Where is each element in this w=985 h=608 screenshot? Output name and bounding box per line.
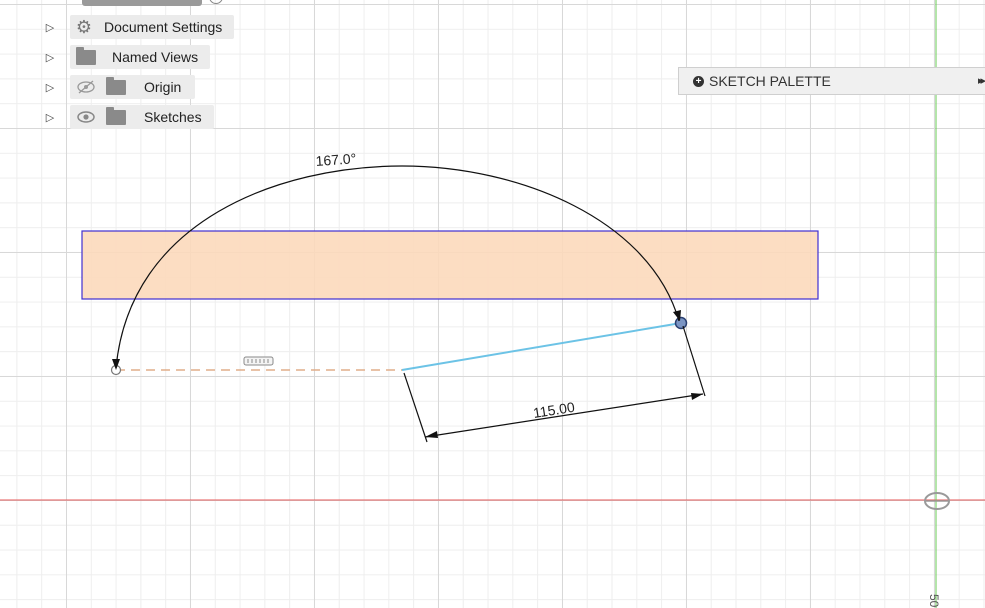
ruler-value: 50 [927,594,941,608]
gear-icon: ⚙ [75,16,93,37]
browser-item-named-views[interactable]: ▷ Named Views [44,44,211,70]
browser-item-label: Named Views [112,49,199,65]
browser-item-label: Document Settings [104,19,223,35]
expand-palette-icon[interactable]: ▸▸ [978,74,985,87]
sketch-line[interactable] [401,322,682,371]
folder-icon [104,106,128,127]
browser-item-label: Origin [144,79,182,95]
expand-triangle-icon[interactable]: ▷ [44,107,56,127]
sketch-palette-header[interactable]: + SKETCH PALETTE ▸▸ [678,67,985,95]
sketch-rectangle[interactable] [81,230,819,300]
horizontal-constraint-icon[interactable] [243,356,274,366]
browser-item-label: Sketches [144,109,202,125]
browser-item-document-settings[interactable]: ▷ ⚙ Document Settings [44,14,235,40]
expand-triangle-icon[interactable]: ▷ [44,47,56,67]
angle-dimension-text[interactable]: 167.0° [315,150,357,169]
browser-root-chip[interactable] [82,0,202,6]
hidden-eye-icon[interactable] [74,77,98,97]
folder-icon [74,46,98,67]
expand-triangle-icon[interactable]: ▷ [44,17,56,37]
add-icon: + [693,75,704,87]
browser-item-sketches[interactable]: ▷ Sketches [44,104,214,130]
expand-triangle-icon[interactable]: ▷ [44,77,56,97]
linear-dimension-text[interactable]: 115.00 [532,399,576,421]
folder-icon [104,76,128,97]
sketch-palette-title: SKETCH PALETTE [709,73,831,89]
sketch-line-endpoint[interactable] [674,316,688,330]
browser-item-origin[interactable]: ▷ Origin [44,74,196,100]
eye-icon[interactable] [74,107,98,127]
